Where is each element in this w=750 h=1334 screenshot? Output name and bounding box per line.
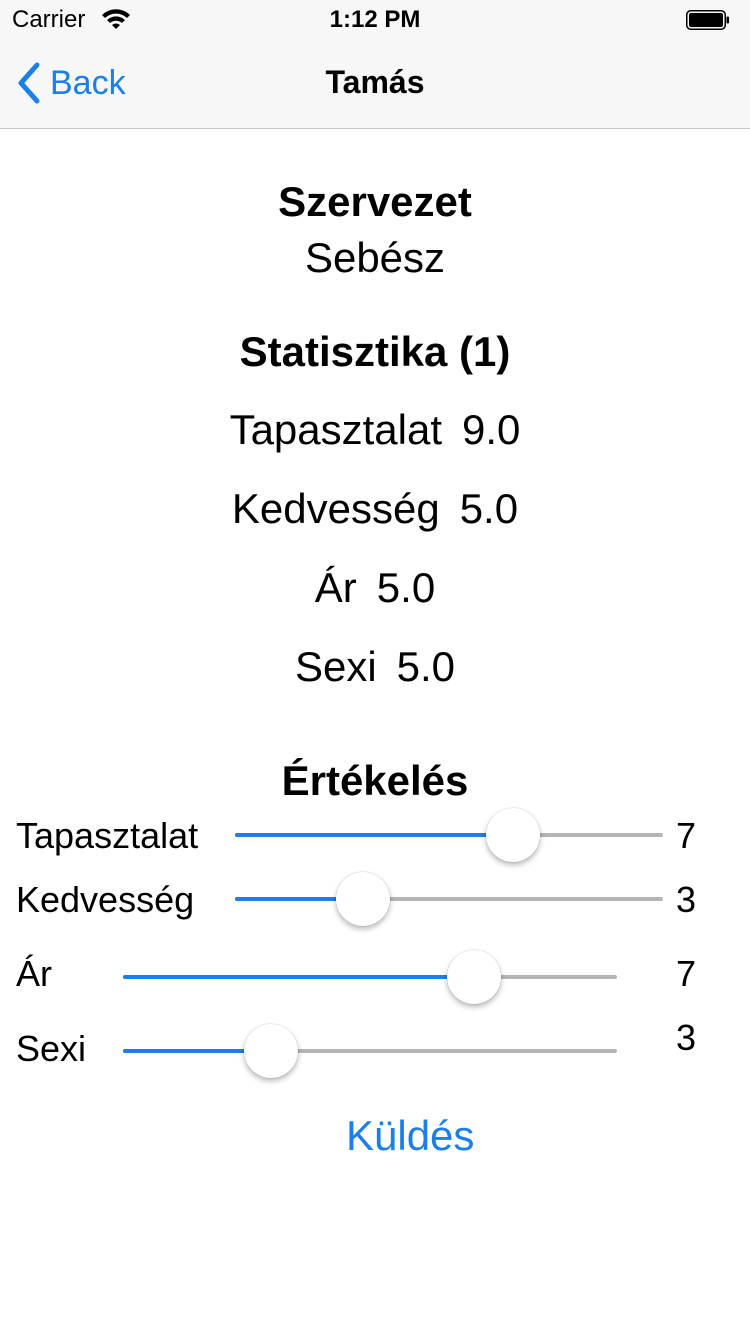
rating-label-kedvesseg: Kedvesség — [16, 879, 195, 920]
stat-label: Kedvesség — [231, 485, 440, 532]
stat-label: Ár — [314, 564, 357, 611]
slider-sexi[interactable] — [123, 1021, 617, 1081]
stat-value: 9.0 — [462, 406, 521, 453]
stat-value: 5.0 — [459, 485, 519, 532]
slider-thumb[interactable] — [336, 872, 391, 926]
rating-label-sexi: Sexi — [16, 1028, 87, 1069]
rating-value-kedvesseg: 3 — [676, 879, 697, 920]
stat-row-sexi: Sexi 5.0 — [0, 643, 750, 691]
nav-title: Tamás — [325, 64, 425, 100]
status-bar: Carrier 1:12 PM — [0, 0, 750, 40]
slider-fill — [123, 975, 474, 979]
stat-label: Sexi — [294, 643, 377, 690]
rating-label-ar: Ár — [16, 953, 52, 994]
org-value: Sebész — [304, 234, 446, 281]
stat-row-ar: Ár 5.0 — [0, 564, 750, 612]
slider-thumb[interactable] — [244, 1024, 299, 1078]
rating-value-sexi: 3 — [676, 1017, 697, 1058]
stat-row-kedvesseg: Kedvesség 5.0 — [0, 485, 750, 533]
stat-row-tapasztalat: Tapasztalat 9.0 — [0, 406, 750, 454]
slider-tapasztalat[interactable] — [235, 805, 663, 865]
stat-label: Tapasztalat — [229, 406, 443, 453]
stat-value: 5.0 — [396, 643, 456, 690]
slider-kedvesseg[interactable] — [235, 869, 663, 929]
rating-heading: Értékelés — [281, 757, 469, 804]
status-time: 1:12 PM — [329, 6, 421, 33]
stat-value: 5.0 — [376, 564, 436, 611]
rating-value-tapasztalat: 7 — [676, 815, 697, 856]
slider-fill — [235, 833, 514, 837]
send-button[interactable]: Küldés — [346, 1112, 474, 1160]
rating-label-tapasztalat: Tapasztalat — [16, 815, 199, 856]
rating-value-ar: 7 — [676, 953, 697, 994]
battery-icon — [686, 10, 729, 30]
stats-heading: Statisztika (1) — [239, 328, 511, 375]
org-heading: Szervezet — [278, 178, 472, 225]
navigation-bar: Back Tamás — [0, 40, 750, 129]
slider-ar[interactable] — [123, 947, 617, 1007]
slider-thumb[interactable] — [446, 950, 501, 1004]
slider-thumb[interactable] — [486, 808, 541, 862]
